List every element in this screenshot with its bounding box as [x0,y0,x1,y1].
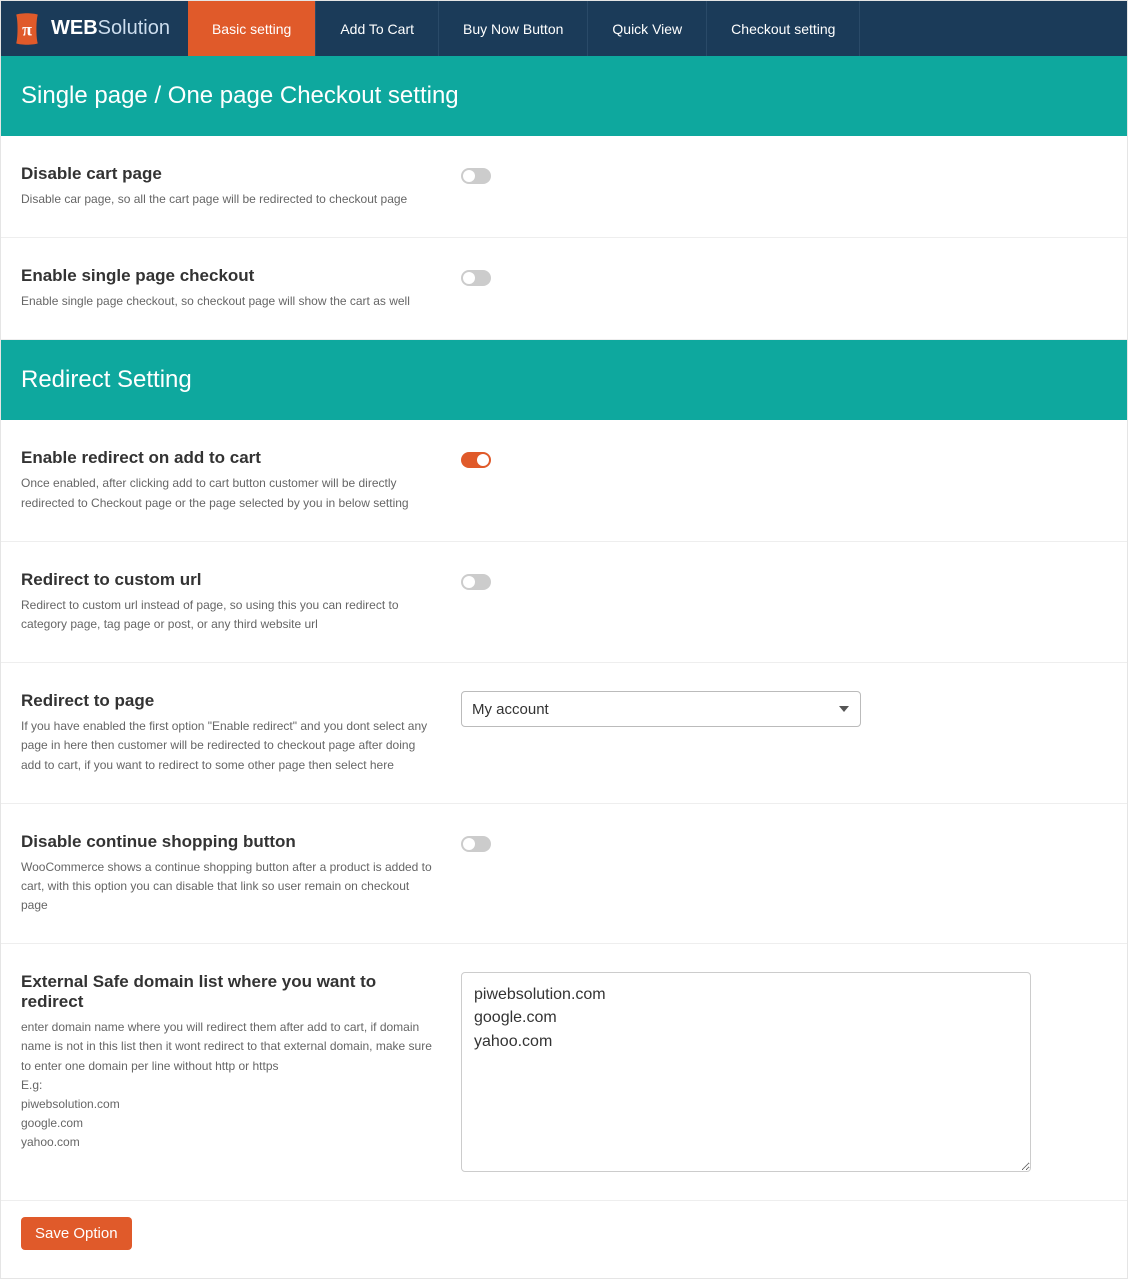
brand-text-thin: Solution [98,17,170,40]
row-disable-continue: Disable continue shopping button WooComm… [1,804,1127,945]
top-navigation: π WEB Solution Basic setting Add To Cart… [1,1,1127,56]
tab-checkout-setting[interactable]: Checkout setting [707,1,860,56]
label-enable-redirect: Enable redirect on add to cart [21,448,437,468]
tab-bar: Basic setting Add To Cart Buy Now Button… [188,1,861,56]
row-redirect-to-page: Redirect to page If you have enabled the… [1,663,1127,804]
row-redirect-custom-url: Redirect to custom url Redirect to custo… [1,542,1127,663]
label-disable-continue: Disable continue shopping button [21,832,437,852]
section-title-checkout: Single page / One page Checkout setting [1,56,1127,136]
desc-safe-domains: enter domain name where you will redirec… [21,1018,437,1152]
toggle-redirect-custom-url[interactable] [461,574,491,590]
desc-redirect-custom-url: Redirect to custom url instead of page, … [21,596,437,634]
row-enable-single: Enable single page checkout Enable singl… [1,238,1127,340]
row-disable-cart: Disable cart page Disable car page, so a… [1,136,1127,238]
textarea-safe-domains[interactable] [461,972,1031,1172]
label-redirect-custom-url: Redirect to custom url [21,570,437,590]
brand-logo-icon: π [9,11,45,47]
tab-buy-now-button[interactable]: Buy Now Button [439,1,588,56]
tab-add-to-cart[interactable]: Add To Cart [316,1,439,56]
row-enable-redirect: Enable redirect on add to cart Once enab… [1,420,1127,541]
select-redirect-to-page[interactable]: My account [461,691,861,727]
toggle-disable-continue[interactable] [461,836,491,852]
label-disable-cart: Disable cart page [21,164,437,184]
toggle-enable-redirect[interactable] [461,452,491,468]
toggle-disable-cart[interactable] [461,168,491,184]
desc-redirect-to-page: If you have enabled the first option "En… [21,717,437,775]
desc-enable-single: Enable single page checkout, so checkout… [21,292,437,311]
section-title-redirect: Redirect Setting [1,340,1127,420]
row-safe-domains: External Safe domain list where you want… [1,944,1127,1201]
label-safe-domains: External Safe domain list where you want… [21,972,437,1012]
desc-disable-continue: WooCommerce shows a continue shopping bu… [21,858,437,916]
toggle-enable-single[interactable] [461,270,491,286]
svg-text:π: π [22,19,32,39]
desc-enable-redirect: Once enabled, after clicking add to cart… [21,474,437,512]
save-bar: Save Option [1,1201,1127,1278]
brand-text-bold: WEB [51,17,98,40]
label-enable-single: Enable single page checkout [21,266,437,286]
tab-quick-view[interactable]: Quick View [588,1,707,56]
desc-disable-cart: Disable car page, so all the cart page w… [21,190,437,209]
label-redirect-to-page: Redirect to page [21,691,437,711]
brand: π WEB Solution [9,1,180,56]
save-button[interactable]: Save Option [21,1217,132,1250]
tab-basic-setting[interactable]: Basic setting [188,1,316,56]
